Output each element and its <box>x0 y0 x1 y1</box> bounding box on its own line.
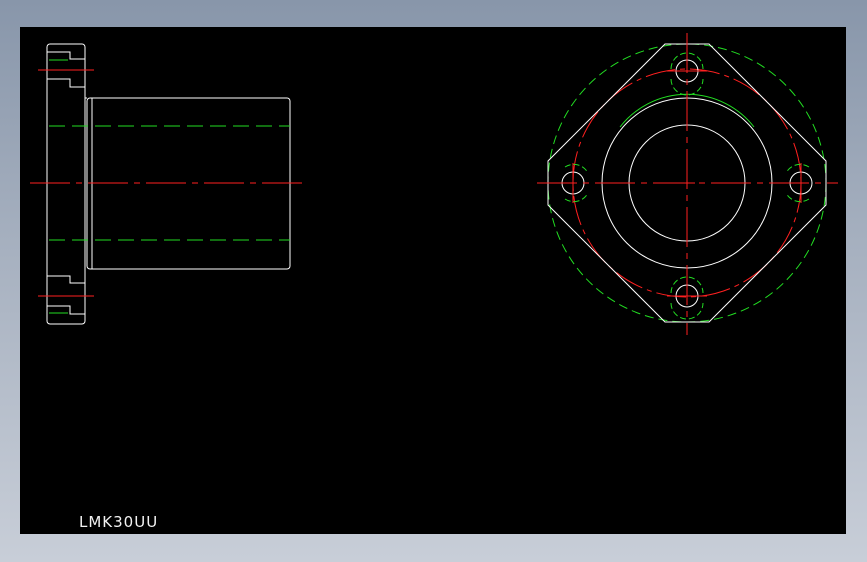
side-view <box>30 43 308 325</box>
flange-outline <box>46 43 86 325</box>
part-number-label: LMK30UU <box>79 513 159 531</box>
cad-drawing <box>30 33 838 335</box>
bolt-hole-bottom-profile <box>47 275 85 315</box>
cad-drawing-canvas[interactable]: LMK30UU <box>20 27 846 534</box>
front-view <box>537 33 838 335</box>
